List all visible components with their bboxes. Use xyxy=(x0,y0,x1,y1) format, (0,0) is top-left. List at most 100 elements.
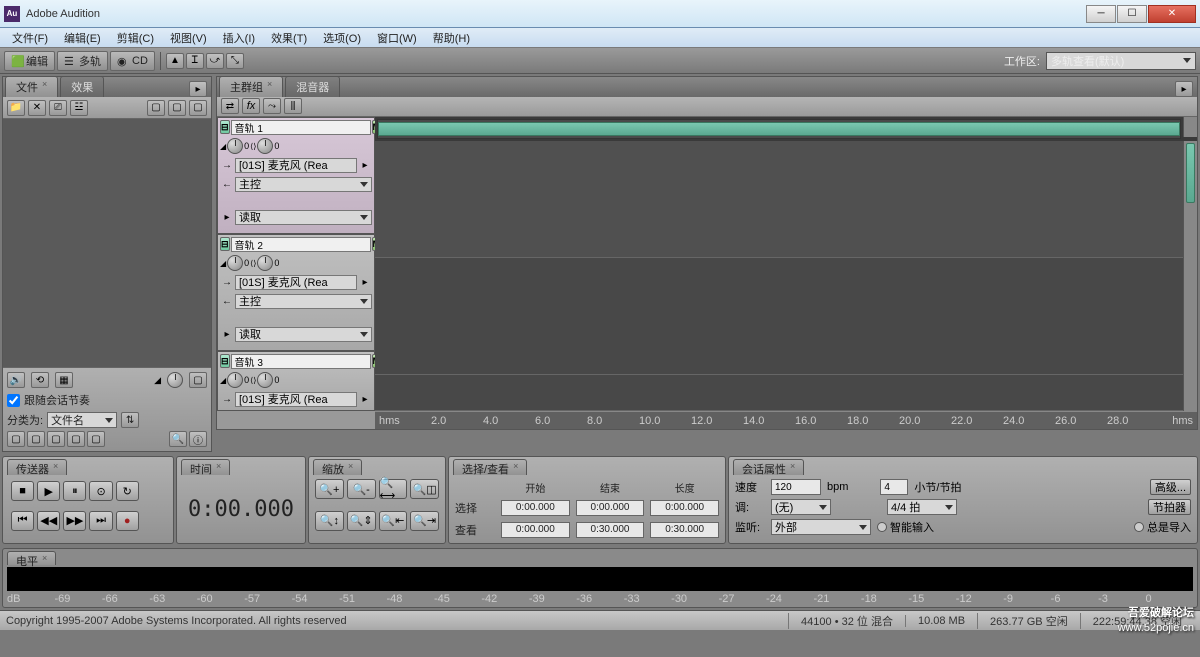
pause-button[interactable]: ⏸ xyxy=(63,481,86,501)
track-icon[interactable]: ⊟ xyxy=(220,120,230,134)
tool-scrub[interactable]: ⤡ xyxy=(226,53,244,69)
track-1[interactable]: ⊟ M S R ◢ 0 ⟨⟩ 0 →[01S] 麦克风 (Rea▸ xyxy=(217,117,375,234)
preview-extra-button[interactable]: ▢ xyxy=(189,372,207,388)
go-end-button[interactable]: ⏭ xyxy=(89,511,112,531)
insert-multitrack-button[interactable]: ⎚ xyxy=(49,100,67,116)
preview-loop-button[interactable]: ⟲ xyxy=(31,372,49,388)
track-3[interactable]: ⊟ M S R ◢ 0 ⟨⟩ 0 →[01S] 麦克风 (Rea▸ xyxy=(217,351,375,411)
sel-begin[interactable]: 0:00.000 xyxy=(501,500,570,516)
menu-effects[interactable]: 效果(T) xyxy=(263,28,315,48)
track-icon[interactable]: ⊟ xyxy=(220,354,230,368)
filter-c-button[interactable]: ▢ xyxy=(47,431,65,447)
tab-level[interactable]: 电平× xyxy=(7,551,56,565)
close-file-button[interactable]: ✕ xyxy=(28,100,46,116)
bars-input[interactable] xyxy=(880,479,908,495)
timesig-select[interactable]: 4/4 拍 xyxy=(887,499,957,515)
volume-knob[interactable] xyxy=(227,255,243,271)
tool-time-select[interactable]: Ꮖ xyxy=(186,53,204,69)
menu-view[interactable]: 视图(V) xyxy=(162,28,215,48)
track-output-select[interactable]: 主控 xyxy=(235,177,372,192)
panel-menu-icon[interactable]: ▸ xyxy=(1175,81,1193,97)
key-select[interactable]: (无) xyxy=(771,499,831,515)
track-lane-1[interactable] xyxy=(375,141,1183,258)
filter-d-button[interactable]: ▢ xyxy=(67,431,85,447)
mode-multitrack-button[interactable]: ☰多轨 xyxy=(57,51,108,71)
advanced-button[interactable]: 高级... xyxy=(1150,479,1191,495)
follow-tempo-checkbox[interactable] xyxy=(7,394,20,407)
pan-knob[interactable] xyxy=(257,372,273,388)
expand-icon[interactable]: ▸ xyxy=(358,158,372,172)
track-2[interactable]: ⊟ M S R ◢ 0 ⟨⟩ 0 →[01S] 麦克风 (Rea▸ xyxy=(217,234,375,351)
sel-end[interactable]: 0:00.000 xyxy=(576,500,645,516)
vertical-scrollbar[interactable] xyxy=(1183,141,1197,411)
track-name-input[interactable] xyxy=(231,354,371,369)
monitor-select[interactable]: 外部 xyxy=(771,519,871,535)
tool-hybrid[interactable]: ⤻ xyxy=(206,53,224,69)
zoom-in-left-button[interactable]: 🔍⇤ xyxy=(379,511,408,531)
sends-button[interactable]: ⤳ xyxy=(263,98,281,114)
view-length[interactable]: 0:30.000 xyxy=(650,522,719,538)
zoom-in-h-button[interactable]: 🔍+ xyxy=(315,479,344,499)
rewind-button[interactable]: ◀◀ xyxy=(37,511,60,531)
menu-file[interactable]: 文件(F) xyxy=(4,28,56,48)
zoom-sel-button[interactable]: 🔍◫ xyxy=(410,479,439,499)
tab-files[interactable]: 文件× xyxy=(5,76,58,97)
inputs-button[interactable]: ⇄ xyxy=(221,98,239,114)
sel-length[interactable]: 0:00.000 xyxy=(650,500,719,516)
info-button[interactable]: ⓘ xyxy=(189,431,207,447)
timeline-overview[interactable] xyxy=(377,119,1181,139)
track-input-select[interactable]: [01S] 麦克风 (Rea xyxy=(235,158,357,173)
close-icon[interactable]: × xyxy=(267,79,272,95)
forward-button[interactable]: ▶▶ xyxy=(63,511,86,531)
zoom-out-v-button[interactable]: 🔍⇕ xyxy=(347,511,376,531)
files-list[interactable] xyxy=(3,119,211,367)
track-input-select[interactable]: [01S] 麦克风 (Rea xyxy=(235,392,357,407)
tab-zoom[interactable]: 缩放× xyxy=(313,459,362,475)
minimize-button[interactable]: ─ xyxy=(1086,5,1116,23)
preview-volume-knob[interactable] xyxy=(167,372,183,388)
close-icon[interactable]: × xyxy=(790,461,795,474)
vertical-scrollbar[interactable] xyxy=(1183,117,1197,137)
option-c-button[interactable]: ▢ xyxy=(189,100,207,116)
menu-insert[interactable]: 插入(I) xyxy=(215,28,263,48)
tab-effects[interactable]: 效果 xyxy=(60,76,104,97)
tempo-input[interactable] xyxy=(771,479,821,495)
sort-order-button[interactable]: ⇅ xyxy=(121,412,139,428)
track-input-select[interactable]: [01S] 麦克风 (Rea xyxy=(235,275,357,290)
filter-a-button[interactable]: ▢ xyxy=(7,431,25,447)
zoom-out-h-button[interactable]: 🔍- xyxy=(347,479,376,499)
search-button[interactable]: 🔍 xyxy=(169,431,187,447)
import-file-button[interactable]: 📁 xyxy=(7,100,25,116)
filter-b-button[interactable]: ▢ xyxy=(27,431,45,447)
track-name-input[interactable] xyxy=(231,120,371,135)
track-lanes[interactable] xyxy=(375,141,1183,411)
close-icon[interactable]: × xyxy=(513,461,518,474)
tab-session[interactable]: 会话属性× xyxy=(733,459,804,475)
track-name-input[interactable] xyxy=(231,237,371,252)
view-end[interactable]: 0:30.000 xyxy=(576,522,645,538)
menu-help[interactable]: 帮助(H) xyxy=(425,28,478,48)
expand-icon[interactable]: ▸ xyxy=(358,275,372,289)
fx-button[interactable]: fx xyxy=(242,98,260,114)
metronome-button[interactable]: 节拍器 xyxy=(1148,499,1191,515)
expand-icon[interactable]: ▸ xyxy=(358,392,372,406)
time-ruler[interactable]: hms 2.0 4.0 6.0 8.0 10.0 12.0 14.0 16.0 … xyxy=(375,411,1197,429)
go-start-button[interactable]: ⏮ xyxy=(11,511,34,531)
automation-mode-select[interactable]: 读取 xyxy=(235,327,372,342)
close-icon[interactable]: × xyxy=(53,461,58,474)
play-loop-button[interactable]: ⊙ xyxy=(89,481,112,501)
menu-window[interactable]: 窗口(W) xyxy=(369,28,425,48)
zoom-in-right-button[interactable]: 🔍⇥ xyxy=(410,511,439,531)
close-icon[interactable]: × xyxy=(42,553,47,564)
view-begin[interactable]: 0:00.000 xyxy=(501,522,570,538)
tab-main-group[interactable]: 主群组× xyxy=(219,76,283,97)
close-icon[interactable]: × xyxy=(216,461,221,474)
zoom-in-v-button[interactable]: 🔍↕ xyxy=(315,511,344,531)
option-b-button[interactable]: ▢ xyxy=(168,100,186,116)
zoom-full-button[interactable]: 🔍⟷ xyxy=(379,479,408,499)
menu-edit[interactable]: 编辑(E) xyxy=(56,28,109,48)
maximize-button[interactable]: ☐ xyxy=(1117,5,1147,23)
eq-button[interactable]: ⫼ xyxy=(284,98,302,114)
tab-mixer[interactable]: 混音器 xyxy=(285,76,340,97)
tab-transport[interactable]: 传送器× xyxy=(7,459,67,475)
